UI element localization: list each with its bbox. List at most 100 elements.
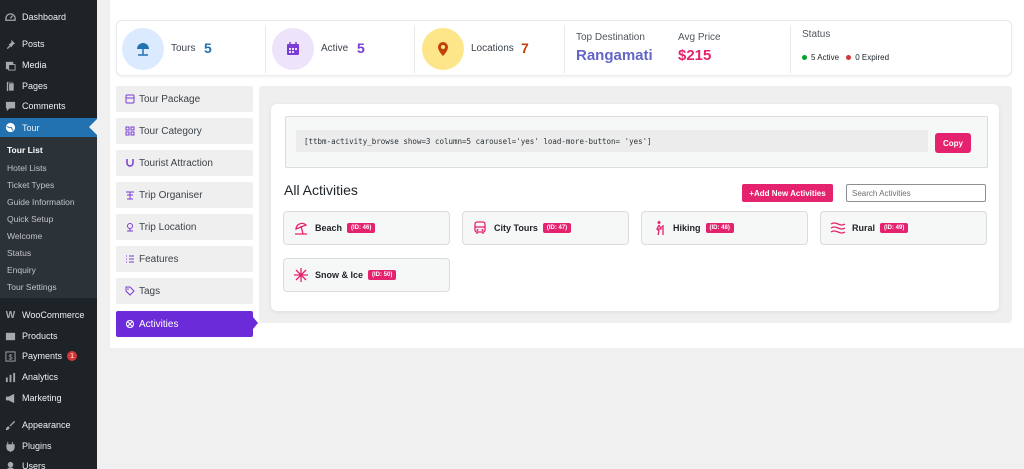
menu-users[interactable]: Users bbox=[0, 457, 97, 469]
menu-payments[interactable]: $ Payments 1 bbox=[0, 347, 97, 365]
tab-features[interactable]: Features bbox=[116, 246, 253, 272]
tab-label: Activities bbox=[139, 318, 179, 330]
locations-value: 7 bbox=[521, 40, 529, 56]
menu-payments-label: Payments bbox=[22, 351, 63, 361]
submenu-enquiry[interactable]: Enquiry bbox=[7, 265, 36, 275]
menu-comments[interactable]: Comments bbox=[0, 97, 97, 115]
tab-label: Features bbox=[139, 253, 179, 265]
tours-value: 5 bbox=[204, 40, 212, 56]
pin-icon bbox=[5, 39, 16, 50]
add-new-activities-button[interactable]: +Add New Activities bbox=[742, 184, 833, 202]
menu-comments-label: Comments bbox=[22, 101, 66, 111]
tab-label: Tour Package bbox=[139, 93, 201, 105]
menu-products[interactable]: Products bbox=[0, 327, 97, 345]
activity-name: Hiking bbox=[673, 223, 701, 233]
menu-users-label: Users bbox=[22, 461, 46, 469]
activity-name: Snow & Ice bbox=[315, 270, 364, 280]
stat-divider bbox=[265, 25, 266, 73]
menu-tour[interactable]: Tour bbox=[0, 118, 97, 137]
activity-name: City Tours bbox=[494, 223, 538, 233]
tour-submenu: Tour List Hotel Lists Ticket Types Guide… bbox=[0, 137, 97, 298]
activity-card-snow-ice[interactable]: Snow & Ice (ID: 50) bbox=[283, 258, 450, 292]
menu-pages[interactable]: Pages bbox=[0, 77, 97, 95]
package-icon bbox=[124, 94, 135, 105]
activity-card-rural[interactable]: Rural (ID: 49) bbox=[820, 211, 987, 245]
status-expired-text: 0 Expired bbox=[855, 53, 890, 62]
bar-chart-icon bbox=[5, 372, 16, 383]
tab-label: Tags bbox=[139, 285, 161, 297]
menu-plugins[interactable]: Plugins bbox=[0, 437, 97, 455]
submenu-hotel-lists[interactable]: Hotel Lists bbox=[7, 163, 47, 173]
menu-marketing-label: Marketing bbox=[22, 393, 62, 403]
category-icon bbox=[124, 126, 135, 137]
submenu-status[interactable]: Status bbox=[7, 248, 31, 258]
menu-woocommerce-label: WooCommerce bbox=[22, 310, 85, 320]
snowflake-icon bbox=[293, 267, 309, 283]
admin-sidebar: Dashboard Posts Media Pages Comments Tou… bbox=[0, 0, 97, 469]
menu-woocommerce[interactable]: W WooCommerce bbox=[0, 306, 97, 324]
menu-appearance[interactable]: Appearance bbox=[0, 416, 97, 434]
copy-button[interactable]: Copy bbox=[935, 133, 971, 153]
active-menu-arrow bbox=[89, 119, 97, 135]
expired-dot-icon bbox=[846, 55, 852, 61]
submenu-ticket-types[interactable]: Ticket Types bbox=[7, 180, 54, 190]
rural-icon bbox=[830, 220, 846, 236]
shortcode-text[interactable]: [ttbm-activity_browse show=3 column=5 ca… bbox=[296, 130, 928, 152]
magnet-icon bbox=[124, 158, 135, 169]
search-activities-input[interactable] bbox=[846, 184, 986, 202]
tab-tourist-attraction[interactable]: Tourist Attraction bbox=[116, 150, 253, 176]
location-pin-icon bbox=[422, 28, 464, 70]
pages-icon bbox=[5, 81, 16, 92]
plugin-icon bbox=[5, 441, 16, 452]
submenu-tour-settings[interactable]: Tour Settings bbox=[7, 282, 57, 292]
submenu-tour-list[interactable]: Tour List bbox=[7, 145, 43, 155]
tab-tour-package[interactable]: Tour Package bbox=[116, 86, 253, 112]
menu-marketing[interactable]: Marketing bbox=[0, 389, 97, 407]
city-bus-icon bbox=[472, 220, 488, 236]
menu-analytics[interactable]: Analytics bbox=[0, 368, 97, 386]
tab-trip-organiser[interactable]: Trip Organiser bbox=[116, 182, 253, 208]
submenu-quick-setup[interactable]: Quick Setup bbox=[7, 214, 53, 224]
tab-trip-location[interactable]: Trip Location bbox=[116, 214, 253, 240]
menu-posts[interactable]: Posts bbox=[0, 35, 97, 53]
submenu-welcome[interactable]: Welcome bbox=[7, 231, 42, 241]
top-destination-label: Top Destination bbox=[576, 32, 645, 43]
organiser-icon bbox=[124, 190, 135, 201]
activity-card-city-tours[interactable]: City Tours (ID: 47) bbox=[462, 211, 629, 245]
menu-dashboard-label: Dashboard bbox=[22, 12, 67, 22]
activity-name: Rural bbox=[852, 223, 876, 233]
location-icon bbox=[124, 222, 135, 233]
menu-appearance-label: Appearance bbox=[22, 420, 71, 430]
tab-label: Trip Location bbox=[139, 221, 197, 233]
menu-dashboard[interactable]: Dashboard bbox=[0, 8, 97, 26]
svg-text:$: $ bbox=[8, 352, 12, 361]
activity-id-badge: (ID: 47) bbox=[542, 223, 572, 233]
menu-tour-label: Tour bbox=[22, 122, 40, 133]
activity-id-badge: (ID: 48) bbox=[705, 223, 734, 233]
tab-label: Tourist Attraction bbox=[139, 157, 213, 169]
status-summary: 5 Active 0 Expired bbox=[802, 53, 889, 62]
hiking-icon bbox=[651, 220, 667, 236]
activity-name: Beach bbox=[315, 223, 343, 233]
umbrella-icon bbox=[122, 28, 164, 70]
activity-card-beach[interactable]: Beach (ID: 46) bbox=[283, 211, 450, 245]
active-label: Active bbox=[321, 43, 349, 54]
tab-tags[interactable]: Tags bbox=[116, 278, 253, 304]
locations-label: Locations bbox=[471, 43, 514, 54]
tab-tour-category[interactable]: Tour Category bbox=[116, 118, 253, 144]
section-title: All Activities bbox=[284, 182, 358, 198]
tag-icon bbox=[124, 286, 135, 297]
active-tab-arrow bbox=[253, 317, 258, 329]
submenu-guide-information[interactable]: Guide Information bbox=[7, 197, 75, 207]
beach-icon bbox=[293, 220, 309, 236]
products-icon bbox=[5, 331, 16, 342]
active-dot-icon bbox=[802, 55, 807, 61]
calendar-icon bbox=[272, 28, 314, 70]
avg-price-label: Avg Price bbox=[678, 32, 721, 43]
activity-id-badge: (ID: 50) bbox=[368, 270, 397, 280]
users-icon bbox=[5, 461, 16, 469]
menu-media[interactable]: Media bbox=[0, 56, 97, 74]
activities-icon bbox=[124, 319, 135, 330]
tab-activities[interactable]: Activities bbox=[116, 311, 253, 337]
activity-card-hiking[interactable]: Hiking (ID: 48) bbox=[641, 211, 808, 245]
